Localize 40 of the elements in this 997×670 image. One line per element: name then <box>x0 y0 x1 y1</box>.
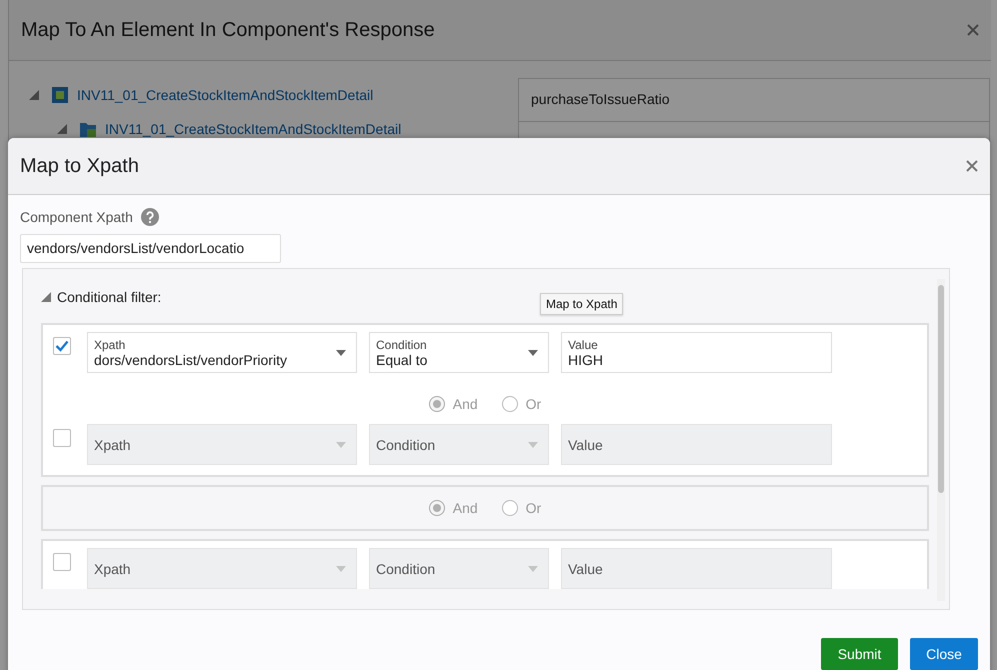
tooltip: Map to Xpath <box>540 293 624 315</box>
close-button[interactable]: Close <box>910 638 978 670</box>
input-field[interactable]: Value HIGH <box>561 332 832 373</box>
dialog-title: Map To An Element In Component's Response <box>21 18 435 42</box>
radio-label: And <box>452 500 478 516</box>
caret-icon <box>528 350 538 356</box>
dropdown[interactable]: Condition Equal to <box>369 332 549 373</box>
radio-button[interactable] <box>428 500 445 516</box>
tree-item[interactable]: INV11_01_CreateStockItemAndStockItemDetail <box>77 87 374 103</box>
caret-icon <box>336 442 346 448</box>
caret-icon <box>336 566 346 572</box>
close-icon[interactable] <box>966 160 978 172</box>
help-icon <box>140 208 159 226</box>
radio-button[interactable] <box>428 396 445 412</box>
field-label: Component Xpath <box>20 209 133 225</box>
radio-button[interactable] <box>502 396 518 412</box>
scrollbar[interactable] <box>937 279 945 601</box>
section-label: Conditional filter: <box>57 289 162 305</box>
caret-icon <box>336 350 346 356</box>
text-field[interactable]: vendors/vendorsList/vendorLocatio <box>20 234 281 263</box>
dialog-title: Map to Xpath <box>20 154 139 178</box>
radio-button[interactable] <box>502 500 518 516</box>
radio-label: Or <box>526 500 542 516</box>
radio-label: And <box>452 396 478 412</box>
radio-label: Or <box>526 396 542 412</box>
field-list-item[interactable]: purchaseToIssueRatio <box>519 79 989 122</box>
collapse-triangle-icon[interactable] <box>41 292 51 302</box>
folder-table-icon <box>79 120 97 138</box>
scrollbar-thumb[interactable] <box>938 285 944 493</box>
component-icon <box>51 86 69 104</box>
submit-button[interactable]: Submit <box>821 638 898 670</box>
dropdown[interactable]: Xpath dors/vendorsList/vendorPriority <box>87 332 357 373</box>
caret-icon <box>528 566 538 572</box>
collapse-triangle-icon[interactable] <box>29 90 39 100</box>
close-icon[interactable] <box>967 24 979 36</box>
checkbox[interactable] <box>53 337 71 355</box>
tree-item[interactable]: INV11_01_CreateStockItemAndStockItemDetail <box>105 121 402 137</box>
collapse-triangle-icon[interactable] <box>57 124 67 134</box>
caret-icon <box>528 442 538 448</box>
checkmark-icon <box>55 340 69 352</box>
